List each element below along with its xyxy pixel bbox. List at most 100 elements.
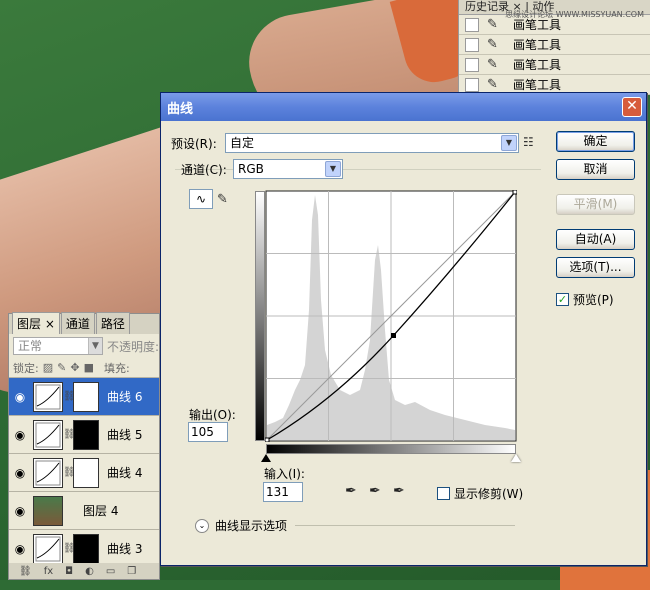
new-icon[interactable]: ❐	[127, 566, 136, 577]
tab-channels[interactable]: 通道	[60, 312, 95, 334]
preview-checkbox-row[interactable]: ✓ 预览(P)	[556, 291, 614, 308]
black-point-slider[interactable]	[261, 454, 271, 462]
brush-icon: ✎	[487, 17, 498, 32]
layer-row[interactable]: ◉ 图层 4	[9, 492, 159, 530]
layer-name: 曲线 5	[107, 428, 143, 442]
lock-all-icon[interactable]: ■	[84, 361, 94, 374]
output-gradient-bar	[255, 191, 265, 441]
link-icon[interactable]: ⛓	[63, 467, 76, 478]
pencil-icon[interactable]: ✎	[217, 192, 228, 207]
history-checkbox[interactable]	[465, 57, 479, 72]
eye-icon[interactable]: ◉	[9, 504, 31, 518]
layer-mask-thumbnail[interactable]	[73, 381, 99, 412]
dialog-titlebar[interactable]: 曲线	[161, 93, 646, 121]
clipping-label: 显示修剪(W)	[454, 487, 524, 501]
eye-icon[interactable]: ◉	[9, 428, 31, 442]
layers-footer: ⛓ fx ◘ ◐ ▭ ❐	[9, 563, 159, 579]
link-icon[interactable]: ⛓	[63, 429, 76, 440]
mask-icon[interactable]: ◘	[65, 566, 73, 577]
eye-icon[interactable]: ◉	[9, 466, 31, 480]
output-field[interactable]: 105	[188, 422, 228, 442]
lock-transparent-icon[interactable]: ▨	[43, 361, 53, 374]
output-label: 输出(O):	[189, 408, 236, 422]
curve-endpoint-white	[512, 189, 518, 195]
layer-photo-thumbnail	[33, 495, 63, 526]
chevron-down-icon[interactable]: ⌄	[195, 518, 209, 533]
chevron-down-icon: ▼	[501, 135, 517, 151]
gray-eyedropper-icon[interactable]: ✒	[369, 483, 381, 499]
layer-name: 曲线 6	[107, 390, 143, 404]
white-eyedropper-icon[interactable]: ✒	[393, 483, 405, 499]
layers-panel: 图层 × 通道 路径 正常 ▼ 不透明度: 锁定: ▨ ✎ ✥ ■ 填充: ◉ …	[8, 312, 160, 580]
layer-row[interactable]: ◉ ⛓ 曲线 5	[9, 416, 159, 454]
show-clipping-checkbox[interactable]: 显示修剪(W)	[437, 485, 523, 502]
curve-point-tool-icon[interactable]: ∿	[189, 189, 213, 209]
input-field[interactable]: 131	[263, 482, 303, 502]
lock-row: 锁定: ▨ ✎ ✥ ■ 填充:	[9, 358, 159, 378]
curve-endpoint-black	[264, 437, 270, 443]
history-item-label: 画笔工具	[513, 78, 562, 92]
link-icon[interactable]: ⛓	[19, 566, 32, 577]
eye-icon[interactable]: ◉	[9, 390, 31, 404]
input-label: 输入(I):	[264, 467, 305, 481]
smooth-button[interactable]: 平滑(M)	[556, 194, 635, 215]
history-item-label: 画笔工具	[513, 58, 562, 72]
white-point-slider[interactable]	[511, 454, 521, 462]
history-checkbox[interactable]	[465, 17, 479, 32]
cancel-button[interactable]: 取消	[556, 159, 635, 180]
layer-row[interactable]: ◉ ⛓ 曲线 4	[9, 454, 159, 492]
chevron-down-icon: ▼	[87, 338, 102, 354]
watermark: 思缘设计论坛 WWW.MISSYUAN.COM	[505, 10, 644, 19]
history-checkbox[interactable]	[465, 37, 479, 52]
adjust-icon[interactable]: ◐	[85, 566, 94, 577]
lock-label: 锁定:	[13, 361, 39, 375]
fx-icon[interactable]: fx	[44, 566, 53, 577]
curve-point	[391, 333, 396, 338]
link-icon[interactable]: ⛓	[63, 543, 76, 554]
layers-tabs: 图层 × 通道 路径	[9, 312, 159, 334]
preset-label: 预设(R):	[171, 136, 217, 151]
auto-button[interactable]: 自动(A)	[556, 229, 635, 250]
ok-button[interactable]: 确定	[556, 131, 635, 152]
eye-icon[interactable]: ◉	[9, 542, 31, 556]
lock-move-icon[interactable]: ✥	[70, 361, 79, 374]
channel-value: RGB	[238, 162, 264, 176]
curves-thumbnail	[33, 457, 63, 488]
tab-paths[interactable]: 路径	[95, 312, 130, 334]
preset-menu-icon[interactable]: ☷	[523, 135, 534, 149]
dialog-title: 曲线	[167, 101, 194, 117]
history-checkbox[interactable]	[465, 77, 479, 92]
channel-select[interactable]: RGB ▼	[233, 159, 343, 179]
blend-mode-select[interactable]: 正常 ▼	[13, 337, 103, 355]
brush-icon: ✎	[487, 57, 498, 72]
check-icon[interactable]: ✓	[556, 293, 569, 306]
options-button[interactable]: 选项(T)...	[556, 257, 635, 278]
history-item-label: 画笔工具	[513, 38, 562, 52]
link-icon[interactable]: ⛓	[63, 391, 76, 402]
layer-name: 曲线 4	[107, 466, 143, 480]
history-panel: 历史记录 × | 动作 思缘设计论坛 WWW.MISSYUAN.COM ✎ 画笔…	[458, 0, 650, 95]
channel-row: 通道(C): RGB ▼	[181, 159, 343, 179]
folder-icon[interactable]: ▭	[106, 566, 115, 577]
layer-mask-thumbnail[interactable]	[73, 419, 99, 450]
curves-thumbnail	[33, 419, 63, 450]
lock-paint-icon[interactable]: ✎	[57, 361, 66, 374]
layer-mask-thumbnail[interactable]	[73, 457, 99, 488]
history-item[interactable]: ✎ 画笔工具	[459, 35, 650, 55]
history-item[interactable]: ✎ 画笔工具	[459, 55, 650, 75]
preset-row: 预设(R): 自定 ▼	[171, 133, 519, 153]
divider	[295, 525, 516, 526]
layer-mask-thumbnail[interactable]	[73, 533, 99, 564]
preset-select[interactable]: 自定 ▼	[225, 133, 519, 153]
black-eyedropper-icon[interactable]: ✒	[345, 483, 357, 499]
tab-layers[interactable]: 图层 ×	[12, 312, 60, 334]
clipping-checkbox[interactable]	[437, 487, 450, 500]
curves-graph[interactable]	[264, 189, 518, 443]
curves-thumbnail	[33, 381, 63, 412]
blend-mode-value: 正常	[18, 339, 43, 353]
layer-row[interactable]: ◉ ⛓ 曲线 6	[9, 378, 159, 416]
layer-name: 图层 4	[83, 504, 119, 518]
close-button[interactable]: ✕	[622, 97, 642, 117]
layer-name: 曲线 3	[107, 542, 143, 556]
curve-display-options[interactable]: ⌄ 曲线显示选项	[195, 517, 516, 534]
